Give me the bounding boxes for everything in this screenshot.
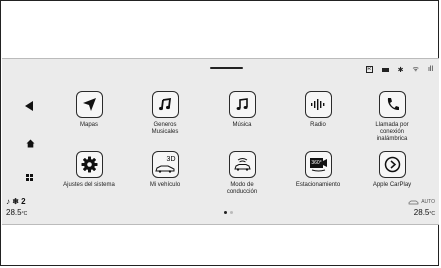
battery-icon <box>381 67 389 72</box>
temperature-left-value: 28.5 <box>6 208 22 217</box>
app-drive-mode[interactable]: Modo de conducción <box>202 151 282 196</box>
left-sidebar: ♪ ❄ 2 28.5°C <box>2 59 42 224</box>
temperature-right[interactable]: 28.5°C <box>414 208 435 217</box>
app-music-genres[interactable]: Generos Musicales <box>125 91 205 136</box>
home-icon[interactable] <box>26 139 35 148</box>
app-label: Modo de conducción <box>226 182 258 195</box>
temperature-unit: °C <box>21 211 28 217</box>
app-label: Mapas <box>79 122 98 128</box>
app-music[interactable]: Música <box>202 91 282 129</box>
carplay-icon <box>378 151 406 178</box>
app-grid-icon[interactable] <box>26 174 33 181</box>
page-dot-active[interactable] <box>224 211 227 214</box>
temperature-unit: °C <box>429 211 435 217</box>
drive-mode-icon <box>228 151 256 178</box>
wifi-icon: ᯤ <box>412 66 419 73</box>
app-label: Mi vehículo <box>149 182 181 188</box>
status-bar: R ✱ ᯤ ıll <box>365 65 433 74</box>
music-note-icon <box>228 91 256 118</box>
signal-icon: ıll <box>427 66 433 73</box>
page-dot[interactable] <box>230 211 233 214</box>
3d-badge: 3D <box>166 156 176 163</box>
app-label: Música <box>232 122 252 128</box>
page-indicator[interactable] <box>224 211 233 214</box>
climate-fan-level[interactable]: ♪ ❄ 2 <box>6 197 26 206</box>
map-arrow-icon <box>75 91 103 118</box>
device-frame: R ✱ ᯤ ıll ♪ ❄ 2 28.5°C AUTO 28.5°C Mapas… <box>0 0 439 266</box>
bluetooth-icon: ✱ <box>397 66 404 74</box>
360-badge: 360° <box>311 160 322 166</box>
app-label: Generos Musicales <box>151 122 179 135</box>
app-parking[interactable]: 360° Estacionamiento <box>278 151 358 189</box>
app-label: Estacionamiento <box>295 182 341 188</box>
notification-box-icon: R <box>365 66 373 73</box>
app-my-vehicle[interactable]: 3D Mi vehículo <box>125 151 205 189</box>
app-label: Ajustes del sistema <box>63 182 115 188</box>
app-maps[interactable]: Mapas <box>49 91 129 129</box>
app-label: Llamada por conexión inalámbrica <box>375 122 409 142</box>
app-radio[interactable]: Radio <box>278 91 358 129</box>
drag-handle[interactable] <box>210 67 243 69</box>
car-3d-icon: 3D <box>151 151 179 178</box>
app-apple-carplay[interactable]: Apple CarPlay <box>352 151 432 189</box>
back-icon[interactable] <box>25 101 33 111</box>
app-label: Apple CarPlay <box>372 182 412 188</box>
home-screen: R ✱ ᯤ ıll ♪ ❄ 2 28.5°C AUTO 28.5°C Mapas… <box>2 58 439 225</box>
music-genres-icon <box>151 91 179 118</box>
auto-label: AUTO <box>421 199 435 205</box>
app-wireless-call[interactable]: Llamada por conexión inalámbrica <box>352 91 432 143</box>
app-system-settings[interactable]: Ajustes del sistema <box>49 151 129 189</box>
auto-climate-indicator: AUTO <box>408 199 435 205</box>
temperature-right-value: 28.5 <box>413 208 430 217</box>
car-climate-icon <box>408 200 419 204</box>
radio-icon <box>304 91 332 118</box>
temperature-left[interactable]: 28.5°C <box>6 208 27 217</box>
parking-camera-icon: 360° <box>304 151 332 178</box>
app-label: Radio <box>310 122 326 128</box>
gear-icon <box>75 151 103 178</box>
phone-icon <box>378 91 406 118</box>
